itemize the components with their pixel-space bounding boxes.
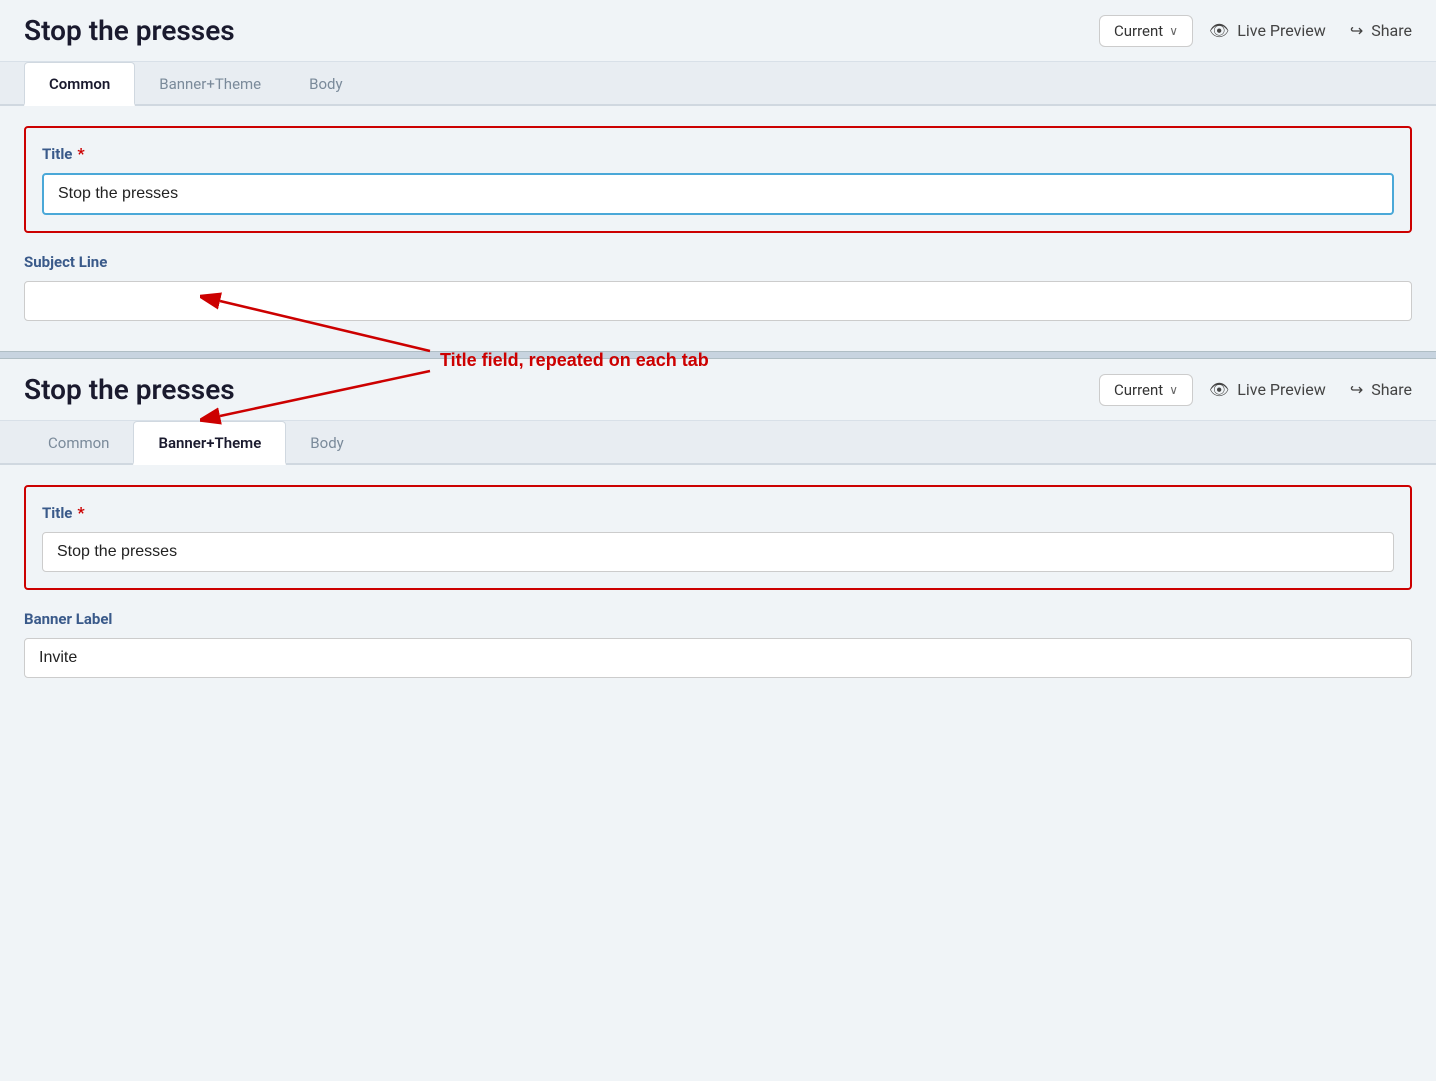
- page-title-2: Stop the presses: [24, 373, 1083, 406]
- tabs-bar-1: Common Banner+Theme Body: [0, 62, 1436, 106]
- header-2: Stop the presses Current ∨ 👁 Live Previe…: [0, 359, 1436, 421]
- eye-icon-2: 👁: [1209, 380, 1229, 399]
- share-button-2[interactable]: ↪ Share: [1350, 380, 1412, 399]
- tab-banner-theme-1[interactable]: Banner+Theme: [135, 63, 285, 106]
- subject-line-input[interactable]: [24, 281, 1412, 321]
- section-2: Stop the presses Current ∨ 👁 Live Previe…: [0, 359, 1436, 708]
- chevron-down-icon-1: ∨: [1169, 24, 1178, 38]
- tab-common-2[interactable]: Common: [24, 422, 133, 465]
- banner-label-input[interactable]: [24, 638, 1412, 678]
- app-panel: Stop the presses Current ∨ 👁 Live Previe…: [0, 0, 1436, 708]
- title-field-label-1: Title *: [42, 144, 1394, 163]
- title-input-1[interactable]: [42, 173, 1394, 215]
- subject-line-section: Subject Line: [24, 253, 1412, 321]
- tab-common-1[interactable]: Common: [24, 62, 135, 106]
- tabs-bar-2: Common Banner+Theme Body: [0, 421, 1436, 465]
- tab-body-2[interactable]: Body: [286, 422, 367, 465]
- banner-label-section: Banner Label: [24, 610, 1412, 678]
- content-2: Title * Banner Label: [0, 465, 1436, 708]
- share-button-1[interactable]: ↪ Share: [1350, 21, 1412, 40]
- required-star-1: *: [77, 144, 84, 163]
- title-field-label-2: Title *: [42, 503, 1394, 522]
- subject-line-label: Subject Line: [24, 253, 1412, 271]
- share-icon-1: ↪: [1350, 21, 1363, 40]
- tab-body-1[interactable]: Body: [285, 63, 366, 106]
- section-1: Stop the presses Current ∨ 👁 Live Previe…: [0, 0, 1436, 351]
- version-dropdown-1[interactable]: Current ∨: [1099, 15, 1193, 47]
- version-dropdown-2[interactable]: Current ∨: [1099, 374, 1193, 406]
- title-field-annotation-1: Title *: [24, 126, 1412, 233]
- title-input-2[interactable]: [42, 532, 1394, 572]
- share-icon-2: ↪: [1350, 380, 1363, 399]
- required-star-2: *: [77, 503, 84, 522]
- header-1: Stop the presses Current ∨ 👁 Live Previe…: [0, 0, 1436, 62]
- header-actions-2: 👁 Live Preview ↪ Share: [1209, 380, 1412, 399]
- live-preview-button-2[interactable]: 👁 Live Preview: [1209, 380, 1326, 399]
- chevron-down-icon-2: ∨: [1169, 383, 1178, 397]
- content-1: Title * Subject Line: [0, 106, 1436, 351]
- eye-icon-1: 👁: [1209, 21, 1229, 40]
- title-field-annotation-2: Title *: [24, 485, 1412, 590]
- tab-banner-theme-2[interactable]: Banner+Theme: [133, 421, 286, 465]
- banner-label-label: Banner Label: [24, 610, 1412, 628]
- page-title-1: Stop the presses: [24, 14, 1083, 47]
- live-preview-button-1[interactable]: 👁 Live Preview: [1209, 21, 1326, 40]
- section-divider: [0, 351, 1436, 359]
- header-actions-1: 👁 Live Preview ↪ Share: [1209, 21, 1412, 40]
